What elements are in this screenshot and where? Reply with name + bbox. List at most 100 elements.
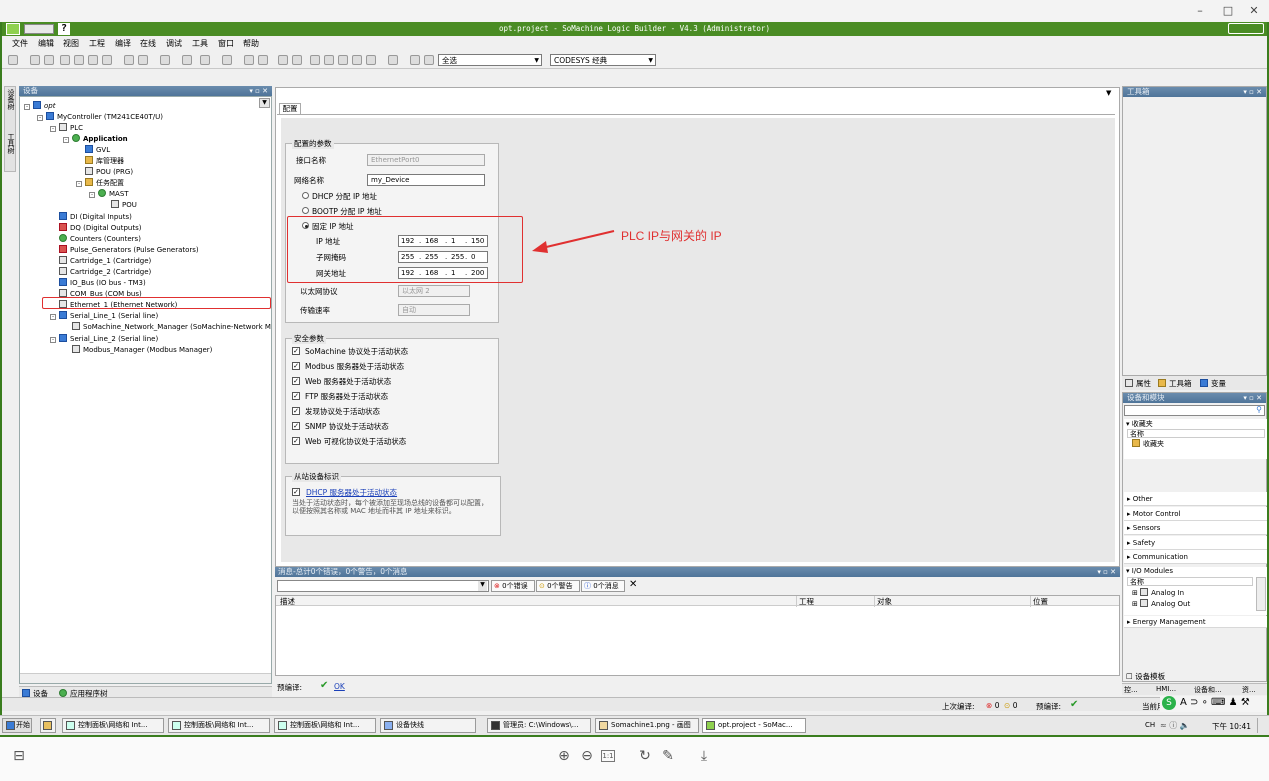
- replace-icon[interactable]: [138, 55, 148, 65]
- tree-node[interactable]: - Serial_Line_2 (Serial line): [50, 334, 158, 344]
- tab-toolbox[interactable]: 工具箱: [1158, 378, 1192, 389]
- clear-messages-icon[interactable]: ✕: [629, 579, 637, 591]
- taskbar-item[interactable]: 控制面板\网络和 Int...: [274, 718, 376, 733]
- tree-node[interactable]: - opt: [24, 101, 55, 111]
- menu-0[interactable]: 文件: [12, 38, 28, 49]
- expand-toggle-icon[interactable]: -: [89, 192, 95, 198]
- zoom-in-icon[interactable]: ⊕: [555, 747, 573, 765]
- taskbar-item[interactable]: Somachine1.png - 画图: [595, 718, 699, 733]
- breakpoint-icon[interactable]: [352, 55, 362, 65]
- monitor-icon[interactable]: [410, 55, 420, 65]
- security-checkbox[interactable]: ✓: [292, 392, 300, 400]
- col-object[interactable]: 对象: [874, 596, 892, 607]
- tree-node[interactable]: DQ (Digital Outputs): [50, 223, 141, 233]
- io-modules-header[interactable]: ▾ I/O Modules: [1126, 567, 1173, 575]
- tree-node[interactable]: Cartridge_1 (Cartridge): [50, 256, 151, 266]
- tree-node[interactable]: POU (PRG): [76, 167, 133, 177]
- messages-controls-icon[interactable]: ▾ ▫ ✕: [1097, 567, 1116, 577]
- toggle-icon[interactable]: [388, 55, 398, 65]
- tab-devices-modules[interactable]: 设备和...: [1194, 685, 1222, 695]
- io-item-analog-in[interactable]: ⊞ Analog In: [1132, 588, 1184, 597]
- tree-node[interactable]: DI (Digital Inputs): [50, 212, 132, 222]
- find-icon[interactable]: [124, 55, 134, 65]
- delete-icon[interactable]: [102, 55, 112, 65]
- edit-icon[interactable]: ✎: [659, 747, 677, 765]
- tree-node[interactable]: IO_Bus (IO bus - TM3): [50, 278, 146, 288]
- print-icon[interactable]: [8, 55, 18, 65]
- menu-5[interactable]: 在线: [140, 38, 156, 49]
- security-checkbox[interactable]: ✓: [292, 407, 300, 415]
- select-all-combo[interactable]: 全选 ▼: [438, 54, 542, 66]
- tree-node[interactable]: - Application: [63, 134, 128, 144]
- login-icon[interactable]: [244, 55, 254, 65]
- expand-toggle-icon[interactable]: -: [63, 137, 69, 143]
- devices-modules-controls-icon[interactable]: ▾ ▫ ✕: [1243, 393, 1262, 403]
- tree-node[interactable]: Counters (Counters): [50, 234, 141, 244]
- precompile-ok-link[interactable]: OK: [334, 682, 345, 691]
- tab-properties[interactable]: 属性: [1125, 378, 1151, 389]
- rotate-icon[interactable]: ↻: [636, 747, 654, 765]
- dock-tab-tool-tree[interactable]: 工具树: [6, 133, 15, 171]
- taskbar-item[interactable]: 控制面板\网络和 Int...: [62, 718, 164, 733]
- network-name-field[interactable]: my_Device: [367, 174, 485, 186]
- module-category[interactable]: ▸ Safety: [1124, 535, 1267, 550]
- expand-toggle-icon[interactable]: -: [50, 126, 56, 132]
- module-category[interactable]: ▸ Motor Control: [1124, 506, 1267, 521]
- security-checkbox[interactable]: ✓: [292, 347, 300, 355]
- errors-filter-button[interactable]: ⊗ 0个错误: [491, 580, 535, 592]
- col-position[interactable]: 位置: [1030, 596, 1048, 607]
- step-into-icon[interactable]: [324, 55, 334, 65]
- security-checkbox[interactable]: ✓: [292, 437, 300, 445]
- layout-icon[interactable]: ⊟: [10, 747, 28, 765]
- module-category[interactable]: ▸ Communication: [1124, 550, 1267, 564]
- actual-size-icon[interactable]: 1:1: [601, 750, 615, 762]
- device-template-toggle[interactable]: ☐ 设备模板: [1126, 671, 1165, 682]
- bootp-radio[interactable]: [302, 207, 309, 214]
- paste-icon[interactable]: [88, 55, 98, 65]
- expand-toggle-icon[interactable]: -: [37, 115, 43, 121]
- dhcp-server-link[interactable]: DHCP 服务器处于活动状态: [306, 487, 397, 498]
- ime-toolbar[interactable]: S A ⊃ ∘ ⌨ ♟ ⚒: [1160, 696, 1267, 712]
- input-language[interactable]: CH: [1145, 721, 1155, 729]
- security-checkbox[interactable]: ✓: [292, 362, 300, 370]
- tab-hmi[interactable]: HMI...: [1156, 685, 1176, 693]
- io-item-analog-out[interactable]: ⊞ Analog Out: [1132, 599, 1190, 608]
- tab-variables[interactable]: 变量: [1200, 378, 1226, 389]
- tree-horizontal-scrollbar[interactable]: [20, 673, 271, 683]
- tree-node[interactable]: - PLC: [50, 123, 83, 133]
- tree-node[interactable]: Modbus_Manager (Modbus Manager): [63, 345, 212, 355]
- menu-2[interactable]: 视图: [63, 38, 79, 49]
- module-category[interactable]: ▸ Sensors: [1124, 521, 1267, 535]
- menu-8[interactable]: 窗口: [218, 38, 234, 49]
- expand-toggle-icon[interactable]: -: [76, 181, 82, 187]
- logout-icon[interactable]: [258, 55, 268, 65]
- undo-icon[interactable]: [30, 55, 40, 65]
- menu-4[interactable]: 编译: [115, 38, 131, 49]
- explorer-quick-launch[interactable]: [40, 718, 56, 733]
- copy-icon[interactable]: [74, 55, 84, 65]
- minimize-button[interactable]: –: [1185, 3, 1215, 19]
- menu-style-combo[interactable]: CODESYS 经典 ▼: [550, 54, 656, 66]
- tree-node[interactable]: - Serial_Line_1 (Serial line): [50, 311, 158, 321]
- tree-node[interactable]: - MAST: [89, 189, 129, 199]
- new-object-icon[interactable]: [182, 55, 192, 65]
- cut-icon[interactable]: [60, 55, 70, 65]
- panel-controls-icon[interactable]: ▾ ▫ ✕: [249, 86, 268, 96]
- tree-node[interactable]: Pulse_Generators (Pulse Generators): [50, 245, 199, 255]
- taskbar-item[interactable]: 控制面板\网络和 Int...: [168, 718, 270, 733]
- messages-source-combo[interactable]: ▼: [277, 580, 489, 592]
- col-project[interactable]: 工程: [796, 596, 814, 607]
- open-object-icon[interactable]: [200, 55, 210, 65]
- download-icon[interactable]: ⤓: [695, 747, 713, 765]
- taskbar-item[interactable]: 设备快线: [380, 718, 476, 733]
- select-all-icon[interactable]: [160, 55, 170, 65]
- favorites-folder[interactable]: 收藏夹: [1132, 439, 1164, 449]
- expand-toggle-icon[interactable]: -: [24, 104, 30, 110]
- window-controls[interactable]: [1228, 23, 1264, 34]
- tab-resources[interactable]: 资...: [1242, 685, 1256, 695]
- tab-controller[interactable]: 控...: [1124, 685, 1138, 695]
- col-description[interactable]: 描述: [280, 596, 295, 607]
- menu-1[interactable]: 编辑: [38, 38, 54, 49]
- tree-node[interactable]: GVL: [76, 145, 110, 155]
- expand-toggle-icon[interactable]: -: [50, 337, 56, 343]
